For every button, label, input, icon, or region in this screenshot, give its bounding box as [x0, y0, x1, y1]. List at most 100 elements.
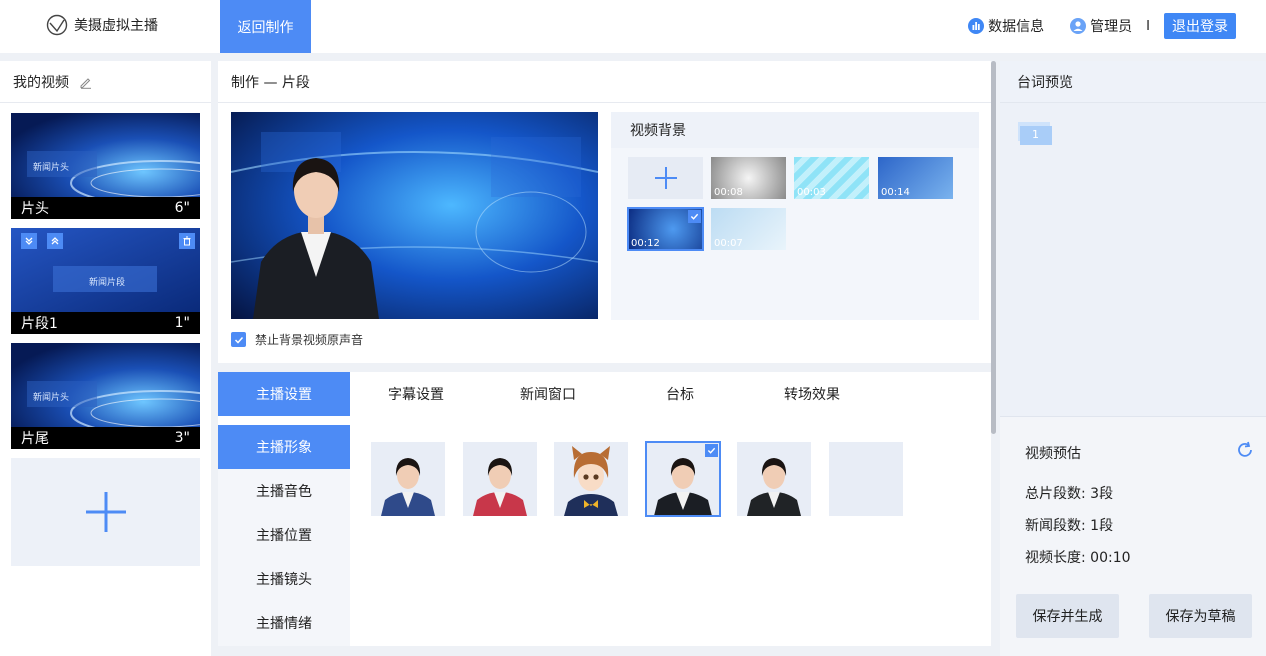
anchor-avatar-selected[interactable] [645, 441, 721, 517]
save-as-draft-button[interactable]: 保存为草稿 [1149, 594, 1252, 638]
move-down-button[interactable] [21, 233, 37, 249]
anchor-avatar-placeholder[interactable] [829, 442, 903, 516]
save-and-generate-button[interactable]: 保存并生成 [1016, 594, 1119, 638]
preview-area: 禁止背景视频原声音 视频背景 00:08 00:03 00:14 00:12 0… [218, 103, 991, 363]
background-thumb[interactable]: 00:03 [794, 157, 869, 199]
background-thumb[interactable]: 00:08 [711, 157, 786, 199]
clip-duration: 3" [174, 430, 190, 446]
menu-anchor-image[interactable]: 主播形象 [218, 425, 350, 469]
my-videos-panel: 我的视频 新闻片头 片头 6" 新闻片段 片段1 1" 新闻片头 片尾 3" [0, 61, 211, 656]
anchor-avatar[interactable] [554, 442, 628, 516]
mute-bg-audio-checkbox[interactable]: 禁止背景视频原声音 [231, 331, 363, 348]
anchor-portrait-image [737, 442, 811, 516]
clip-card-intro[interactable]: 新闻片头 片头 6" [11, 113, 200, 219]
back-to-production-tab[interactable]: 返回制作 [220, 0, 311, 53]
video-preview[interactable] [231, 112, 598, 319]
tab-subtitle-settings[interactable]: 字幕设置 [350, 372, 482, 416]
clip-duration: 6" [174, 200, 190, 216]
clip-name: 片头 [21, 201, 49, 217]
video-background-title: 视频背景 [611, 112, 979, 148]
video-background-panel: 视频背景 00:08 00:03 00:14 00:12 00:07 [611, 112, 979, 320]
data-info-link[interactable]: 数据信息 [968, 16, 1044, 36]
video-estimate-section: 视频预估 总片段数: 3段 新闻段数: 1段 视频长度: 00:10 保存并生成… [1000, 416, 1266, 656]
user-avatar-icon [1070, 18, 1087, 34]
background-thumb[interactable]: 00:07 [711, 208, 786, 250]
trash-icon [183, 236, 191, 246]
production-header: 制作 — 片段 [218, 61, 991, 103]
script-page-number: 1 [1032, 128, 1039, 141]
selected-badge [705, 444, 718, 457]
clip-info-bar: 片尾 3" [11, 427, 200, 449]
news-segments: 新闻段数: 1段 [1025, 518, 1114, 534]
clip-name: 片段1 [21, 316, 58, 332]
plus-icon [654, 167, 677, 189]
anchor-portrait-image [463, 442, 537, 516]
anchor-avatar[interactable] [463, 442, 537, 516]
check-icon [707, 447, 716, 454]
app-logo[interactable]: 美摄虚拟主播 [46, 14, 158, 36]
center-scrollbar[interactable] [991, 61, 996, 434]
background-thumb-selected[interactable]: 00:12 [627, 207, 704, 251]
selected-badge [688, 210, 701, 223]
background-duration: 00:14 [881, 187, 910, 198]
background-thumb[interactable]: 00:14 [878, 157, 953, 199]
tab-station-logo[interactable]: 台标 [614, 372, 746, 416]
clip-card-outro[interactable]: 新闻片头 片尾 3" [11, 343, 200, 449]
clip-thumbnail [11, 228, 200, 312]
estimate-title: 视频预估 [1025, 446, 1081, 462]
settings-tabs: 主播设置 字幕设置 新闻窗口 台标 转场效果 [218, 372, 991, 416]
add-background-button[interactable] [628, 157, 703, 199]
menu-anchor-camera[interactable]: 主播镜头 [218, 557, 350, 601]
clip-thumbnail [11, 343, 200, 427]
menu-anchor-position[interactable]: 主播位置 [218, 513, 350, 557]
total-segments: 总片段数: 3段 [1025, 486, 1114, 502]
video-length: 视频长度: 00:10 [1025, 550, 1131, 566]
anchor-avatar[interactable] [371, 442, 445, 516]
clip-overlay-text: 新闻片头 [33, 163, 70, 173]
anchor-preview-image [231, 112, 598, 319]
delete-clip-button[interactable] [179, 233, 195, 249]
data-info-label: 数据信息 [988, 19, 1045, 35]
edit-icon[interactable] [79, 75, 93, 89]
tab-news-window[interactable]: 新闻窗口 [482, 372, 614, 416]
app-name: 美摄虚拟主播 [74, 18, 158, 34]
checkbox-checked [231, 332, 246, 347]
logout-button[interactable]: 退出登录 [1164, 13, 1236, 39]
tab-transition-effects[interactable]: 转场效果 [746, 372, 878, 416]
add-clip-button[interactable] [11, 458, 200, 566]
background-duration: 00:12 [631, 238, 660, 249]
check-icon [234, 336, 243, 344]
my-videos-title: 我的视频 [13, 74, 69, 91]
logo-icon [46, 14, 68, 36]
double-chevron-up-icon [51, 237, 59, 245]
refresh-icon[interactable] [1236, 441, 1254, 459]
admin-menu[interactable]: 管理员 [1070, 16, 1132, 36]
menu-anchor-emotion[interactable]: 主播情绪 [218, 601, 350, 645]
separator: I [1146, 18, 1150, 34]
plus-icon [85, 492, 126, 532]
production-title: 制作 — 片段 [231, 74, 310, 91]
clip-overlay-text: 新闻片头 [33, 393, 70, 403]
menu-anchor-voice[interactable]: 主播音色 [218, 469, 350, 513]
script-page-thumb[interactable]: 1 [1016, 122, 1052, 150]
clip-duration: 1" [174, 315, 190, 331]
anchor-side-menu: 主播形象 主播音色 主播位置 主播镜头 主播情绪 [218, 425, 350, 646]
background-duration: 00:03 [797, 187, 826, 198]
tab-anchor-settings[interactable]: 主播设置 [218, 372, 350, 416]
clip-name: 片尾 [21, 431, 49, 447]
mute-label: 禁止背景视频原声音 [255, 333, 364, 347]
double-chevron-down-icon [25, 237, 33, 245]
check-icon [690, 213, 699, 220]
script-preview-title: 台词预览 [1000, 61, 1266, 103]
background-duration: 00:07 [714, 238, 743, 249]
anchor-avatar[interactable] [737, 442, 811, 516]
clip-overlay-text: 新闻片段 [89, 278, 126, 288]
production-panel: 制作 — 片段 禁止背景视频原声音 视频背景 00:08 00:03 00:14… [218, 61, 991, 656]
anchor-settings-content: 主播形象 主播音色 主播位置 主播镜头 主播情绪 [218, 416, 991, 646]
move-up-button[interactable] [47, 233, 63, 249]
clip-info-bar: 片头 6" [11, 197, 200, 219]
my-videos-header: 我的视频 [0, 61, 211, 103]
clip-card-segment[interactable]: 新闻片段 片段1 1" [11, 228, 200, 334]
script-preview-panel: 台词预览 1 视频预估 总片段数: 3段 新闻段数: 1段 视频长度: 00:1… [1000, 61, 1266, 656]
clip-thumbnail [11, 113, 200, 197]
